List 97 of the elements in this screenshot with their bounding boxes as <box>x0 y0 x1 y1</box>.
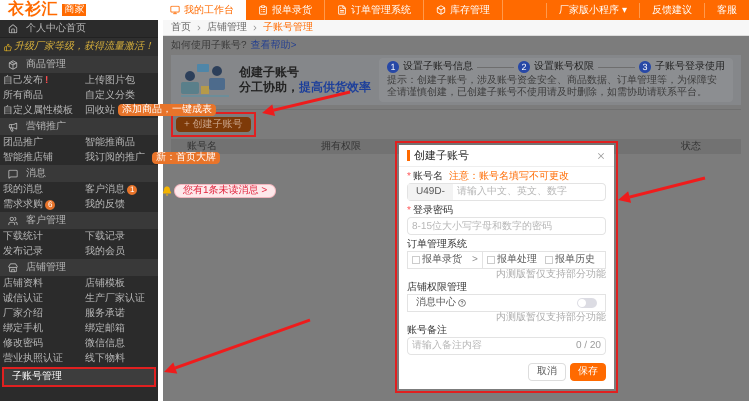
count-badge: 6 <box>45 200 56 210</box>
sidebar-link[interactable]: 自定义分类 <box>85 90 135 102</box>
field-label: 账号备注 <box>407 324 447 336</box>
sidebar-section-header[interactable]: 营销推广 <box>0 118 158 135</box>
step-number: 3 <box>639 61 651 73</box>
hint-text: 内测版暂仅支持部分功能 <box>496 312 606 324</box>
users-icon <box>8 216 18 226</box>
store-icon <box>8 262 18 272</box>
count-badge: 1 <box>127 184 138 194</box>
field-label: 订单管理系统 <box>407 238 467 250</box>
megaphone-icon <box>8 122 18 132</box>
sidebar-link[interactable]: 店铺资料 <box>3 278 43 290</box>
hint-text: 内测版暂仅支持部分功能 <box>496 269 606 281</box>
bell-icon <box>162 186 172 196</box>
required-mark: * <box>407 204 411 216</box>
sidebar-link[interactable]: 所有商品 <box>3 90 43 102</box>
cancel-button[interactable]: 取消 <box>528 363 566 381</box>
sidebar-section-header[interactable]: 商品管理 <box>0 56 158 73</box>
field-label: 登录密码 <box>412 204 453 216</box>
step-label: 子账号登录使用 <box>655 61 725 73</box>
chevron-right-icon <box>251 24 259 32</box>
sidebar-link[interactable]: 需求求购 <box>3 198 43 210</box>
step-number: 2 <box>518 61 530 73</box>
toggle-switch[interactable] <box>577 298 597 308</box>
checkbox-label[interactable]: 报单录货 <box>422 254 462 266</box>
checkbox[interactable] <box>544 256 553 264</box>
field-label: 店铺权限管理 <box>407 282 467 294</box>
sidebar-link[interactable]: 我的消息 <box>3 184 43 196</box>
required-mark: * <box>407 170 411 182</box>
arrow-text: > <box>472 254 478 266</box>
sidebar-link[interactable]: 我的会员 <box>85 246 125 258</box>
permission-label: 消息中心 <box>416 297 456 309</box>
tip-text: 提示：创建子账号，涉及账号资金安全、商品数据、订单管理等，为保障安全请谨慎创建，已创建子账号不使用请及时删除，如需协助请联系平台。 <box>387 75 718 99</box>
chevron-right-icon <box>195 24 203 32</box>
column-header: 账号名 <box>186 140 218 152</box>
sidebar-link[interactable]: 服务承诺 <box>85 308 125 320</box>
sidebar-link[interactable]: 我的反馈 <box>85 198 125 210</box>
box-icon <box>436 5 446 15</box>
sidebar-link[interactable]: 生产厂家认证 <box>85 292 145 304</box>
banner-highlight: 提高供货效率 <box>299 80 371 95</box>
chat-icon <box>8 168 18 178</box>
sidebar-link[interactable]: 营业执照认证 <box>3 352 63 364</box>
checkbox[interactable] <box>412 256 420 264</box>
sidebar-link[interactable]: 智能推商品 <box>85 136 135 148</box>
input-prefix: U49D- <box>408 184 453 200</box>
sidebar-section-header[interactable]: 消息 <box>0 165 158 182</box>
box-icon <box>8 60 18 70</box>
step-number: 1 <box>387 61 399 73</box>
sidebar-section-header[interactable]: 客户管理 <box>0 212 158 229</box>
thumbs-up-icon <box>4 42 12 52</box>
sidebar-link[interactable]: 客户消息 <box>85 184 125 196</box>
clipboard-icon <box>258 5 268 15</box>
modal-title: 创建子账号 <box>414 150 469 162</box>
sidebar-link[interactable]: 微信信息 <box>85 338 125 350</box>
sidebar-link[interactable]: 修改密码 <box>3 338 43 350</box>
field-note: 注意：账号名填写不可更改 <box>448 170 569 182</box>
password-input[interactable]: 8-15位大小写字母和数字的密码 <box>407 217 606 235</box>
column-header: 状态 <box>681 140 702 152</box>
sidebar-link[interactable]: 智能推店铺 <box>3 152 53 164</box>
banner-title: 创建子账号 <box>239 65 300 80</box>
character-count: 0 / 20 <box>576 340 601 352</box>
sidebar-link[interactable]: 我订阅的推广 <box>85 152 145 164</box>
help-text: 如何使用子账号? <box>171 40 247 52</box>
step-label: 设置账号权限 <box>534 61 594 73</box>
sidebar-item[interactable]: 子账号管理 <box>4 369 154 385</box>
breadcrumb-link[interactable]: 店铺管理 <box>207 22 247 34</box>
sidebar-link[interactable]: 自己发布 <box>3 74 43 86</box>
tooltip[interactable]: 您有1条未读消息 > <box>174 184 276 198</box>
document-icon <box>337 5 347 15</box>
close-icon[interactable] <box>596 150 606 160</box>
sidebar-section-header[interactable]: 店铺管理 <box>0 259 158 276</box>
sidebar-link[interactable]: 诚信认证 <box>3 292 43 304</box>
field-label: 账号名 <box>412 170 443 182</box>
sidebar-link[interactable]: 自定义属性模板 <box>3 104 73 116</box>
banner-subtitle: 分工协助， <box>239 80 299 95</box>
sidebar-link[interactable]: 厂家介绍 <box>3 308 43 320</box>
column-header: 拥有权限 <box>321 140 362 152</box>
step-label: 设置子账号信息 <box>403 61 473 73</box>
sidebar-link[interactable]: 线下物料 <box>85 352 125 364</box>
sidebar-link[interactable]: 绑定邮箱 <box>85 322 125 334</box>
sidebar-link[interactable]: 下载统计 <box>3 230 43 242</box>
checkbox-label[interactable]: 报单处理 <box>496 254 537 266</box>
sidebar-link[interactable]: 发布记录 <box>3 246 43 258</box>
sidebar-link[interactable]: 店铺模板 <box>85 278 125 290</box>
create-button[interactable]: + 创建子账号 <box>176 117 251 132</box>
sidebar-link[interactable]: 团品推广 <box>3 136 43 148</box>
checkbox-label[interactable]: 报单历史 <box>554 254 595 266</box>
help-icon <box>458 299 466 307</box>
monitor-icon <box>170 5 180 15</box>
sidebar-link[interactable]: 上传图片包 <box>85 74 135 86</box>
home-icon <box>8 24 18 34</box>
alert-mark: ! <box>45 74 48 86</box>
checkbox[interactable] <box>486 256 495 264</box>
sidebar-link[interactable]: 下载记录 <box>85 230 125 242</box>
sidebar-link[interactable]: 回收站 <box>85 104 115 116</box>
breadcrumb-link[interactable]: 首页 <box>171 22 191 34</box>
sidebar-link[interactable]: 绑定手机 <box>3 322 43 334</box>
